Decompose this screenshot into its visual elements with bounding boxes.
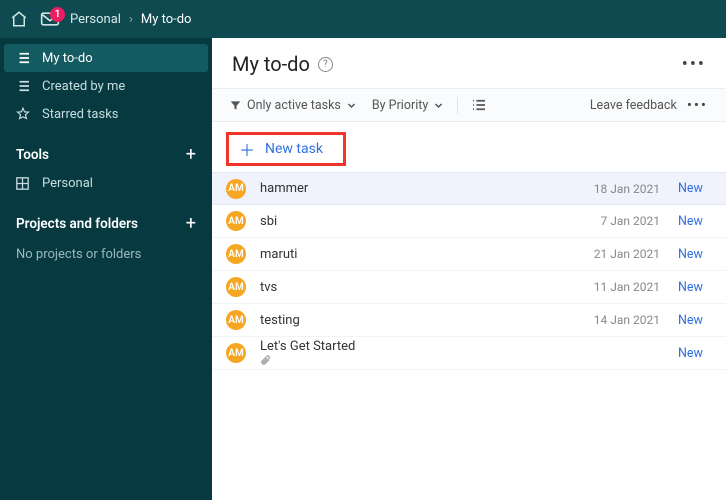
- attachment-icon: [260, 354, 590, 367]
- task-row[interactable]: AM testing14 Jan 2021 New: [212, 304, 726, 337]
- list-icon: [472, 99, 486, 111]
- new-task-button[interactable]: ＋ New task: [226, 132, 346, 166]
- task-title: maruti: [260, 247, 590, 262]
- home-icon[interactable]: [10, 10, 28, 28]
- nav-label: Starred tasks: [42, 107, 119, 122]
- task-row[interactable]: AM sbi7 Jan 2021 New: [212, 205, 726, 238]
- filter-priority[interactable]: By Priority: [372, 98, 443, 113]
- add-tool-button[interactable]: +: [186, 146, 196, 164]
- nav-icon: [16, 107, 32, 121]
- avatar: AM: [226, 244, 246, 264]
- filter-active-label: Only active tasks: [247, 98, 341, 113]
- mail-badge: 1: [50, 7, 65, 22]
- filter-active-tasks[interactable]: Only active tasks: [230, 98, 356, 113]
- task-title: hammer: [260, 181, 590, 196]
- projects-label: Projects and folders: [16, 216, 138, 232]
- task-list: AM hammer18 Jan 2021 New AM sbi7 Jan 2021 New…: [212, 172, 726, 500]
- task-date: 7 Jan 2021: [590, 214, 660, 228]
- avatar: AM: [226, 211, 246, 231]
- list-layout-toggle[interactable]: [472, 99, 486, 111]
- avatar: AM: [226, 310, 246, 330]
- sidebar-nav-item[interactable]: Created by me: [0, 72, 212, 100]
- breadcrumb-workspace[interactable]: Personal: [70, 12, 121, 27]
- filter-bar: Only active tasks By Priority Leave feed…: [212, 88, 726, 122]
- mail-icon[interactable]: 1: [40, 11, 60, 27]
- nav-label: Created by me: [42, 79, 125, 94]
- projects-section-header: Projects and folders +: [0, 197, 212, 239]
- breadcrumb-page: My to-do: [141, 12, 192, 27]
- new-task-label: New task: [265, 141, 323, 157]
- task-status[interactable]: New: [678, 181, 708, 196]
- task-date: 11 Jan 2021: [590, 280, 660, 294]
- task-status[interactable]: New: [678, 214, 708, 229]
- projects-empty-text: No projects or folders: [0, 239, 212, 270]
- sidebar: My to-do Created by me Starred tasks Tools…: [0, 38, 212, 500]
- task-row[interactable]: AM tvs11 Jan 2021 New: [212, 271, 726, 304]
- chevron-right-icon: ›: [129, 12, 133, 27]
- main-panel: My to-do ? ••• Only active tasks By Prio…: [212, 38, 726, 500]
- filter-priority-label: By Priority: [372, 98, 428, 113]
- task-title: sbi: [260, 214, 590, 229]
- task-date: 18 Jan 2021: [590, 182, 660, 196]
- more-menu-icon[interactable]: •••: [682, 54, 706, 75]
- plus-icon: ＋: [239, 137, 255, 161]
- task-title: Let's Get Started: [260, 339, 590, 367]
- filter-icon: [230, 100, 241, 111]
- avatar: AM: [226, 277, 246, 297]
- task-date: 21 Jan 2021: [590, 247, 660, 261]
- separator: [457, 97, 458, 114]
- task-row[interactable]: AM hammer18 Jan 2021 New: [212, 172, 726, 205]
- nav-icon: [16, 52, 32, 64]
- nav-icon: [16, 80, 32, 92]
- sidebar-nav-item[interactable]: Starred tasks: [0, 100, 212, 128]
- topbar: 1 Personal › My to-do: [0, 0, 726, 38]
- add-project-button[interactable]: +: [186, 215, 196, 233]
- tools-label: Tools: [16, 147, 49, 163]
- task-row[interactable]: AM maruti21 Jan 2021 New: [212, 238, 726, 271]
- chevron-down-icon: [434, 101, 443, 110]
- leave-feedback-link[interactable]: Leave feedback: [590, 98, 677, 113]
- tools-section-header: Tools +: [0, 128, 212, 170]
- task-status[interactable]: New: [678, 280, 708, 295]
- task-date: 14 Jan 2021: [590, 313, 660, 327]
- nav-label: My to-do: [42, 51, 93, 66]
- task-row[interactable]: AM Let's Get Started New: [212, 337, 726, 370]
- chevron-down-icon: [347, 101, 356, 110]
- sidebar-nav-item[interactable]: My to-do: [4, 44, 208, 72]
- task-title: tvs: [260, 280, 590, 295]
- filter-more-icon[interactable]: •••: [687, 96, 708, 114]
- task-status[interactable]: New: [678, 346, 708, 361]
- task-status[interactable]: New: [678, 247, 708, 262]
- tool-label: Personal: [42, 176, 93, 191]
- page-title-text: My to-do: [232, 52, 310, 76]
- task-title: testing: [260, 313, 590, 328]
- avatar: AM: [226, 179, 246, 199]
- page-title: My to-do ?: [232, 52, 333, 76]
- grid-icon: [16, 177, 32, 190]
- task-status[interactable]: New: [678, 313, 708, 328]
- help-icon[interactable]: ?: [318, 57, 333, 72]
- sidebar-tool-item[interactable]: Personal: [0, 170, 212, 197]
- avatar: AM: [226, 343, 246, 363]
